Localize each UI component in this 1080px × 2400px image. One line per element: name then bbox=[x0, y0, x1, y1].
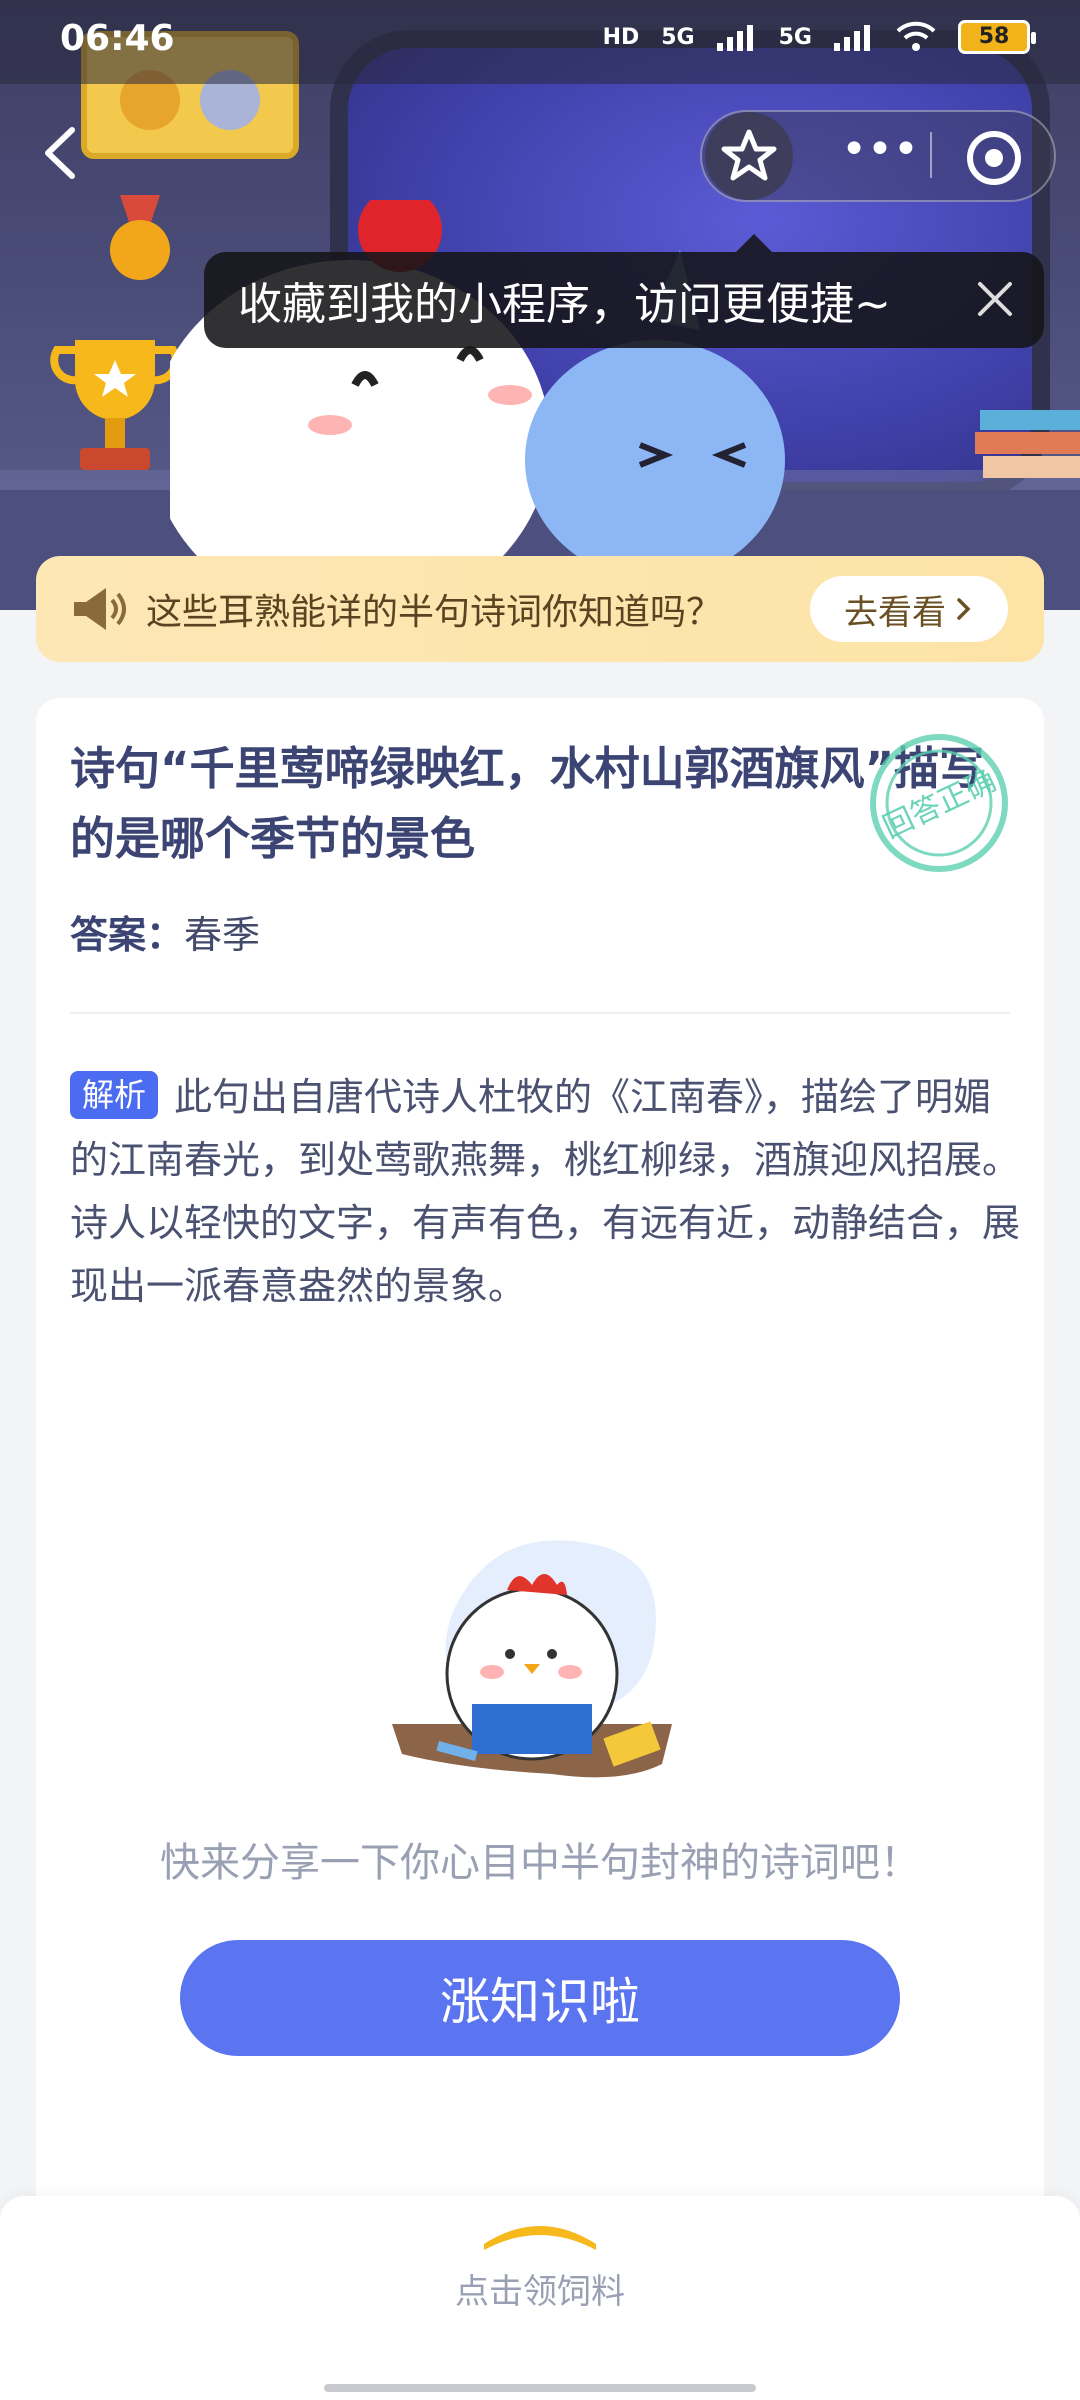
go-see-button[interactable]: 去看看 bbox=[810, 576, 1008, 642]
medal-icon bbox=[110, 195, 170, 280]
chevron-up-icon bbox=[484, 2226, 596, 2250]
battery-indicator: 58 bbox=[958, 20, 1036, 54]
hd-icon: HD bbox=[602, 24, 640, 50]
share-prompt: 快来分享一下你心目中半句封神的诗词吧！ bbox=[160, 1840, 920, 1886]
megaphone-icon bbox=[74, 588, 126, 630]
trophy-icon bbox=[50, 340, 180, 470]
bottom-bar[interactable]: 点击领饲料 bbox=[0, 2196, 1080, 2400]
status-icons: HD 5G 5G 58 bbox=[602, 20, 1036, 54]
add-to-miniprogram-tooltip: 收藏到我的小程序，访问更便捷~ bbox=[204, 234, 1044, 348]
signal-2-label: 5G bbox=[778, 24, 812, 50]
analysis-tag: 解析 bbox=[70, 1071, 159, 1119]
answer-value: 春季 bbox=[184, 913, 261, 957]
close-icon[interactable] bbox=[966, 270, 1024, 328]
signal-bars-icon bbox=[716, 25, 753, 51]
reading-chicken-illustration bbox=[392, 1540, 672, 1778]
gain-knowledge-button[interactable]: 涨知识啦 bbox=[180, 1940, 900, 2056]
more-menu-button[interactable]: ••• bbox=[840, 122, 920, 192]
answer-label: 答案： bbox=[70, 913, 185, 957]
chevron-right-icon bbox=[957, 598, 971, 620]
promo-banner[interactable]: 这些耳熟能详的半句诗词你知道吗？ 去看看 bbox=[36, 556, 1044, 662]
home-indicator[interactable] bbox=[324, 2384, 756, 2392]
tooltip-text: 收藏到我的小程序，访问更便捷~ bbox=[238, 279, 891, 330]
status-time: 06:46 bbox=[60, 18, 175, 59]
analysis-block: 解析 此句出自唐代诗人杜牧的《江南春》，描绘了明媚的江南春光，到处莺歌燕舞，桃红柳… bbox=[70, 1066, 1020, 1318]
analysis-text: 此句出自唐代诗人杜牧的《江南春》，描绘了明媚的江南春光，到处莺歌燕舞，桃红柳绿，… bbox=[70, 1075, 1021, 1308]
close-miniprogram-button[interactable] bbox=[956, 120, 1032, 196]
banner-text: 这些耳熟能详的半句诗词你知道吗？ bbox=[146, 592, 723, 633]
go-see-label: 去看看 bbox=[844, 592, 946, 633]
answer-row: 答案：春季 bbox=[70, 904, 260, 959]
status-bar: 06:46 HD 5G 5G 58 bbox=[0, 0, 1080, 84]
wifi-icon bbox=[896, 21, 936, 51]
capsule-separator bbox=[930, 132, 932, 178]
question-card: 诗句“千里莺啼绿映红，水村山郭酒旗风”描写的是哪个季节的景色 回答正确 答案：春… bbox=[36, 698, 1044, 2218]
signal-1-label: 5G bbox=[661, 24, 695, 50]
question-title: 诗句“千里莺啼绿映红，水村山郭酒旗风”描写的是哪个季节的景色 bbox=[70, 742, 985, 865]
books-icon bbox=[975, 410, 1080, 478]
signal-bars-icon bbox=[834, 25, 870, 51]
divider bbox=[70, 1012, 1010, 1014]
correct-answer-stamp: 回答正确 bbox=[870, 734, 1008, 872]
favorite-star-button[interactable] bbox=[705, 112, 793, 200]
claim-feed-label[interactable]: 点击领饲料 bbox=[0, 2264, 1080, 2313]
back-button[interactable] bbox=[28, 118, 98, 188]
